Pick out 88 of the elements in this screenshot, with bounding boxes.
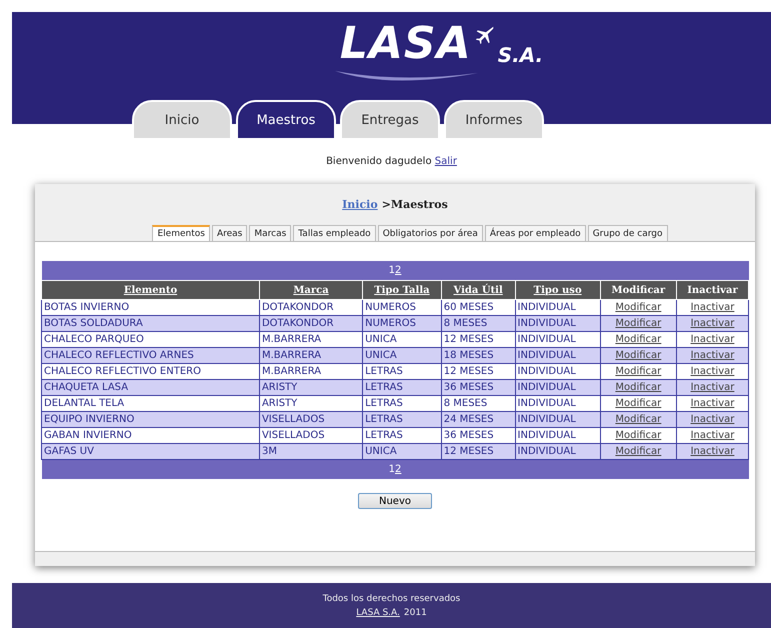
sub-tab[interactable]: Áreas por empleado — [484, 225, 586, 241]
table-cell: 24 MESES — [441, 412, 516, 428]
table-cell: EQUIPO INVIERNO — [42, 412, 260, 428]
table-cell: 8 MESES — [441, 396, 516, 412]
table-cell: CHALECO PARQUEO — [42, 332, 260, 348]
logo-text: LASA — [340, 18, 472, 69]
table-cell: LETRAS — [362, 428, 442, 444]
table-cell: DOTAKONDOR — [259, 316, 363, 332]
table-cell: CHAQUETA LASA — [42, 380, 260, 396]
table-cell: M.BARRERA — [259, 348, 363, 364]
column-header[interactable]: Tipo uso — [515, 280, 600, 300]
table-cell: BOTAS SOLDADURA — [42, 316, 260, 332]
airplane-icon — [474, 24, 496, 46]
column-header[interactable]: Marca — [259, 280, 363, 300]
table-cell: INDIVIDUAL — [515, 332, 600, 348]
logout-link[interactable]: Salir — [434, 156, 457, 167]
table-cell: M.BARRERA — [259, 364, 363, 380]
logo-suffix: S.A. — [498, 43, 544, 67]
page-link[interactable]: 1 — [388, 265, 395, 276]
table-cell: GAFAS UV — [42, 444, 260, 460]
year-text: 2011 — [404, 608, 427, 618]
table-cell: 36 MESES — [441, 380, 516, 396]
table-cell: INDIVIDUAL — [515, 444, 600, 460]
sub-tab[interactable]: Tallas empleado — [293, 225, 376, 241]
table-cell: LETRAS — [362, 412, 442, 428]
breadcrumb-link[interactable]: Inicio — [342, 198, 378, 211]
sort-link[interactable]: Tipo uso — [534, 284, 582, 296]
column-header[interactable]: Elemento — [42, 280, 260, 300]
table-cell: INDIVIDUAL — [515, 300, 600, 316]
table-cell: INDIVIDUAL — [515, 428, 600, 444]
table-cell: NUMEROS — [362, 316, 442, 332]
table-cell: INDIVIDUAL — [515, 316, 600, 332]
table-cell: INDIVIDUAL — [515, 412, 600, 428]
column-header: Inactivar — [676, 280, 748, 300]
table-cell: NUMEROS — [362, 300, 442, 316]
page-link[interactable]: 1 — [388, 464, 395, 475]
sort-link[interactable]: Marca — [293, 284, 329, 296]
table-cell: INDIVIDUAL — [515, 380, 600, 396]
copyright-text: Todos los derechos reservados — [322, 594, 460, 604]
table-cell: LETRAS — [362, 364, 442, 380]
sort-link[interactable]: Elemento — [124, 284, 178, 296]
table-cell: UNICA — [362, 332, 442, 348]
table-cell: 12 MESES — [441, 332, 516, 348]
table-cell: 3M — [259, 444, 363, 460]
breadcrumb-current: >Maestros — [382, 198, 448, 211]
sub-tab[interactable]: Areas — [212, 225, 248, 241]
table-cell: INDIVIDUAL — [515, 364, 600, 380]
table-cell: 12 MESES — [441, 444, 516, 460]
column-header: Modificar — [600, 280, 676, 300]
sort-link[interactable]: Tipo Talla — [374, 284, 430, 296]
table-cell: VISELLADOS — [259, 428, 363, 444]
table-cell: DOTAKONDOR — [259, 300, 363, 316]
table-cell: LETRAS — [362, 380, 442, 396]
table-cell: CHALECO REFLECTIVO ENTERO — [42, 364, 260, 380]
nav-tab[interactable]: Maestros — [236, 100, 336, 140]
sub-tab[interactable]: Marcas — [249, 225, 292, 241]
table-cell: BOTAS INVIERNO — [42, 300, 260, 316]
nav-tab[interactable]: Informes — [444, 100, 544, 140]
sub-tab[interactable]: Elementos — [152, 225, 210, 241]
sub-tab[interactable]: Grupo de cargo — [588, 225, 668, 241]
company-link[interactable]: LASA S.A. — [356, 608, 400, 618]
page-link[interactable]: 2 — [395, 265, 402, 276]
page-link[interactable]: 2 — [395, 464, 402, 475]
table-cell: DELANTAL TELA — [42, 396, 260, 412]
table-cell: VISELLADOS — [259, 412, 363, 428]
table-cell: UNICA — [362, 444, 442, 460]
new-button[interactable]: Nuevo — [358, 493, 432, 509]
table-cell: M.BARRERA — [259, 332, 363, 348]
table-cell: INDIVIDUAL — [515, 348, 600, 364]
table-cell: LETRAS — [362, 396, 442, 412]
table-cell: UNICA — [362, 348, 442, 364]
table-cell: CHALECO REFLECTIVO ARNES — [42, 348, 260, 364]
table-cell: 36 MESES — [441, 428, 516, 444]
nav-tab[interactable]: Entregas — [340, 100, 440, 140]
table-cell: ARISTY — [259, 380, 363, 396]
sub-tab[interactable]: Obligatorios por área — [378, 225, 483, 241]
table-cell: ARISTY — [259, 396, 363, 412]
column-header[interactable]: Tipo Talla — [362, 280, 442, 300]
nav-tab[interactable]: Inicio — [132, 100, 232, 140]
welcome-text: Bienvenido dagudelo — [326, 156, 432, 167]
column-header[interactable]: Vida Útil — [441, 280, 516, 300]
sort-link[interactable]: Vida Útil — [453, 284, 503, 296]
table-cell: 12 MESES — [441, 364, 516, 380]
table-cell: 60 MESES — [441, 300, 516, 316]
table-cell: INDIVIDUAL — [515, 396, 600, 412]
table-cell: GABAN INVIERNO — [42, 428, 260, 444]
table-cell: 8 MESES — [441, 316, 516, 332]
table-cell: 18 MESES — [441, 348, 516, 364]
